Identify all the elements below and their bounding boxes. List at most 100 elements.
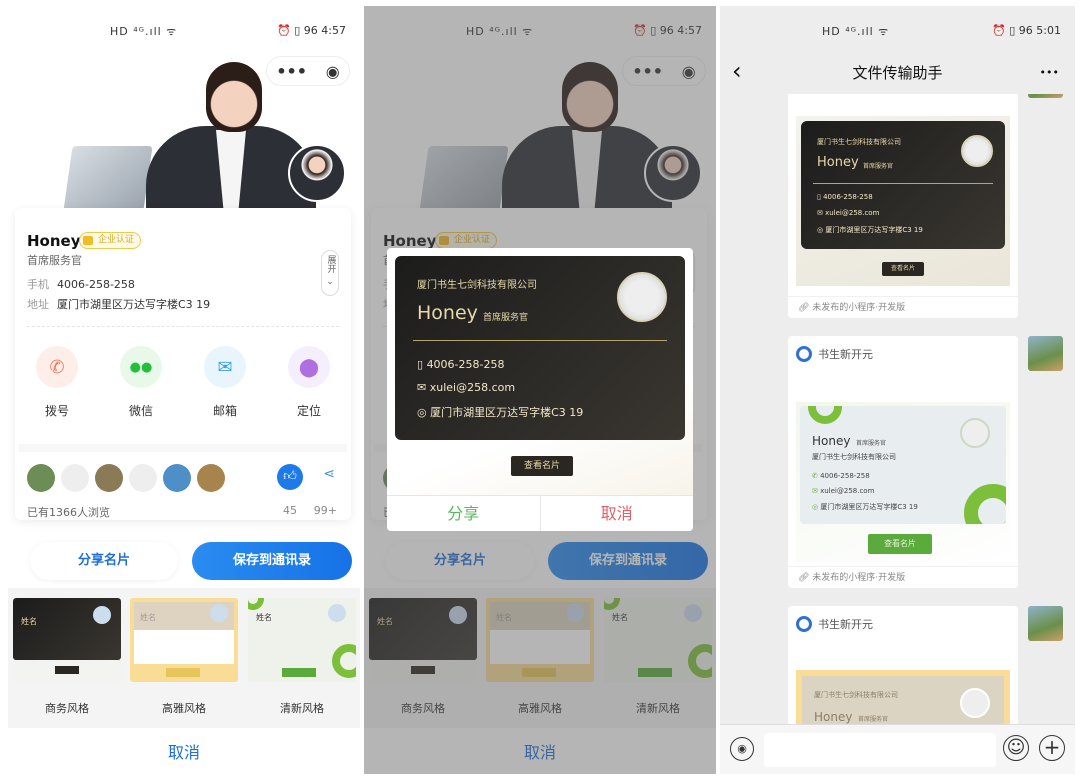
chat-input-bar: ◉ ☺ +	[720, 724, 1075, 774]
email-value: xulei@258.com	[429, 381, 516, 394]
mail-icon: ✉	[204, 346, 246, 388]
modal-buttons: 分享 取消	[387, 495, 693, 531]
cancel-button[interactable]: 取消	[541, 496, 694, 531]
status-bar: HD ⁴ᴳ.ıll ᯤ ⏰ ▯ 96 5:01	[720, 24, 1075, 40]
laptop-image	[63, 146, 153, 211]
verified-badge: 企业认证	[79, 232, 142, 249]
avatar	[95, 464, 123, 492]
template-picker: 姓名 商务风格 姓名 高雅风格 姓名 清新风格	[8, 588, 360, 728]
status-time: ⏰ ▯ 96 5:01	[992, 24, 1061, 37]
view-count: 已有1366人浏览	[27, 506, 110, 519]
link-icon: 🔗︎	[798, 303, 813, 313]
share-card-button[interactable]: 分享名片	[30, 542, 178, 580]
email-value: xulei@258.com	[820, 487, 875, 495]
card-phone: ▯ 4006-258-258	[817, 193, 873, 201]
footer-label: 未发布的小程序·开发版	[812, 303, 906, 313]
phone-value: 4006-258-258	[426, 358, 505, 371]
chat-header: ‹ 文件传输助手 •••	[720, 56, 1075, 88]
divider	[27, 326, 339, 327]
view-card-button[interactable]: 查看名片	[882, 262, 924, 276]
view-card-button[interactable]: 查看名片	[868, 534, 932, 554]
address-value: 厦门市湖里区万达写字楼C3 19	[820, 503, 918, 511]
template-business[interactable]: 姓名 商务风格	[13, 598, 121, 716]
template-fresh[interactable]: 姓名 清新风格	[248, 598, 356, 716]
card-address: ◎ 厦门市湖里区万达写字楼C3 19	[812, 503, 918, 511]
visitor-avatars	[27, 464, 225, 492]
miniprogram-capsule: ••• ◉	[266, 56, 350, 86]
visitor-stats: 已有1366人浏览 👍︎ ⋖ 45 99+	[19, 444, 347, 520]
status-bar: HD ⁴ᴳ.ıll ᯤ ⏰ ▯ 96 4:57	[8, 24, 360, 40]
thumbs-up-icon: 👍︎	[283, 469, 297, 484]
voice-icon[interactable]: ◉	[730, 737, 754, 761]
template-name: 姓名	[140, 613, 156, 622]
share-button[interactable]: 分享	[387, 496, 541, 531]
profile-card: Honey 企业认证 首席服务官 手机 4006-258-258 地址厦门市湖里区…	[15, 208, 351, 520]
more-icon[interactable]: •••	[1040, 58, 1059, 88]
card-title: 首席服务官	[858, 716, 889, 723]
wechat-icon: ●●	[120, 346, 162, 388]
sender-name: 书生新开元	[818, 618, 873, 631]
action-label: 定位	[296, 404, 321, 418]
action-label: 拨号	[44, 404, 69, 418]
phone-value: 4006-258-258	[57, 278, 135, 291]
phone-value: 4006-258-258	[820, 472, 870, 480]
more-icon[interactable]: •••	[276, 62, 307, 81]
email-value: xulei@258.com	[825, 209, 880, 217]
expand-label: 展开	[325, 255, 336, 273]
miniprogram-footer: 🔗︎ 未发布的小程序·开发版	[788, 296, 1018, 318]
card-address: ◎ 厦门市湖里区万达写字楼C3 19	[817, 226, 923, 234]
save-contact-button[interactable]: 保存到通讯录	[192, 542, 352, 580]
signal-icons: HD ⁴ᴳ.ıll ᯤ	[822, 25, 890, 38]
chat-screen: HD ⁴ᴳ.ıll ᯤ ⏰ ▯ 96 5:01 ‹ 文件传输助手 ••• 厦门书…	[720, 6, 1075, 774]
message-input[interactable]	[764, 733, 996, 767]
user-avatar[interactable]	[1028, 606, 1063, 641]
like-button[interactable]: 👍︎	[277, 464, 303, 490]
card-address: ◎ 厦门市湖里区万达写字楼C3 19	[417, 404, 583, 420]
share-icon[interactable]: ⋖	[323, 466, 335, 482]
template-label: 高雅风格	[162, 702, 206, 715]
message-source: 书生新开元	[796, 346, 873, 362]
mail-icon: ✉	[417, 381, 430, 394]
card-email: ✉ xulei@258.com	[812, 487, 875, 495]
action-dial[interactable]: ✆ 拨号	[22, 340, 92, 419]
user-avatar[interactable]	[1028, 336, 1063, 371]
back-icon[interactable]: ‹	[732, 56, 742, 86]
share-count: 99+	[313, 504, 337, 517]
message-list[interactable]: 厦门书生七剑科技有限公司 Honey 首席服务官 ▯ 4006-258-258 …	[720, 94, 1075, 724]
view-card-button[interactable]: 查看名片	[511, 456, 573, 476]
card-title: 首席服务官	[483, 313, 529, 323]
message-card-business[interactable]: 厦门书生七剑科技有限公司 Honey 首席服务官 ▯ 4006-258-258 …	[788, 94, 1018, 318]
template-elegant[interactable]: 姓名 高雅风格	[130, 598, 238, 716]
profile-name: Honey	[27, 232, 81, 250]
avatar	[163, 464, 191, 492]
avatar	[197, 464, 225, 492]
phone-row[interactable]: 手机 4006-258-258	[27, 276, 135, 292]
expand-button[interactable]: 展开 ⌄	[321, 250, 339, 296]
status-time: ⏰ ▯ 96 4:57	[277, 24, 346, 37]
location-icon: ◎	[417, 406, 431, 419]
emoji-icon[interactable]: ☺	[1003, 735, 1029, 761]
message-card-elegant[interactable]: 书生新开元 厦门书生七剑科技有限公司 Honey 首席服务官	[788, 606, 1018, 724]
close-icon[interactable]: ◉	[326, 62, 340, 81]
miniprogram-footer: 🔗︎ 未发布的小程序·开发版	[788, 566, 1018, 588]
avatar	[27, 464, 55, 492]
card-title: 首席服务官	[863, 163, 894, 170]
card-title: 首席服务官	[856, 440, 887, 447]
card-company: 厦门书生七剑科技有限公司	[814, 691, 898, 699]
action-email[interactable]: ✉ 邮箱	[190, 340, 260, 419]
card-avatar	[961, 135, 993, 167]
cancel-button[interactable]: 取消	[8, 732, 360, 774]
plus-icon[interactable]: +	[1039, 735, 1065, 761]
phone-icon: ✆	[36, 346, 78, 388]
chat-title: 文件传输助手	[852, 64, 943, 82]
action-wechat[interactable]: ●● 微信	[106, 340, 176, 419]
location-icon: ⬤	[288, 346, 330, 388]
address-value: 厦门市湖里区万达写字楼C3 19	[430, 406, 584, 419]
user-avatar[interactable]	[1028, 94, 1063, 98]
template-name: 姓名	[256, 613, 272, 622]
action-location[interactable]: ⬤ 定位	[274, 340, 344, 419]
message-card-fresh[interactable]: 书生新开元 Honey 首席服务官 厦门书生七剑科技有限公司 ✆ 4006-25…	[788, 336, 1018, 588]
address-value: 厦门市湖里区万达写字楼C3 19	[57, 298, 211, 311]
share-card-modal: 厦门书生七剑科技有限公司 Honey 首席服务官 ▯ 4006-258-258 …	[387, 248, 693, 531]
miniprogram-icon	[796, 346, 812, 362]
